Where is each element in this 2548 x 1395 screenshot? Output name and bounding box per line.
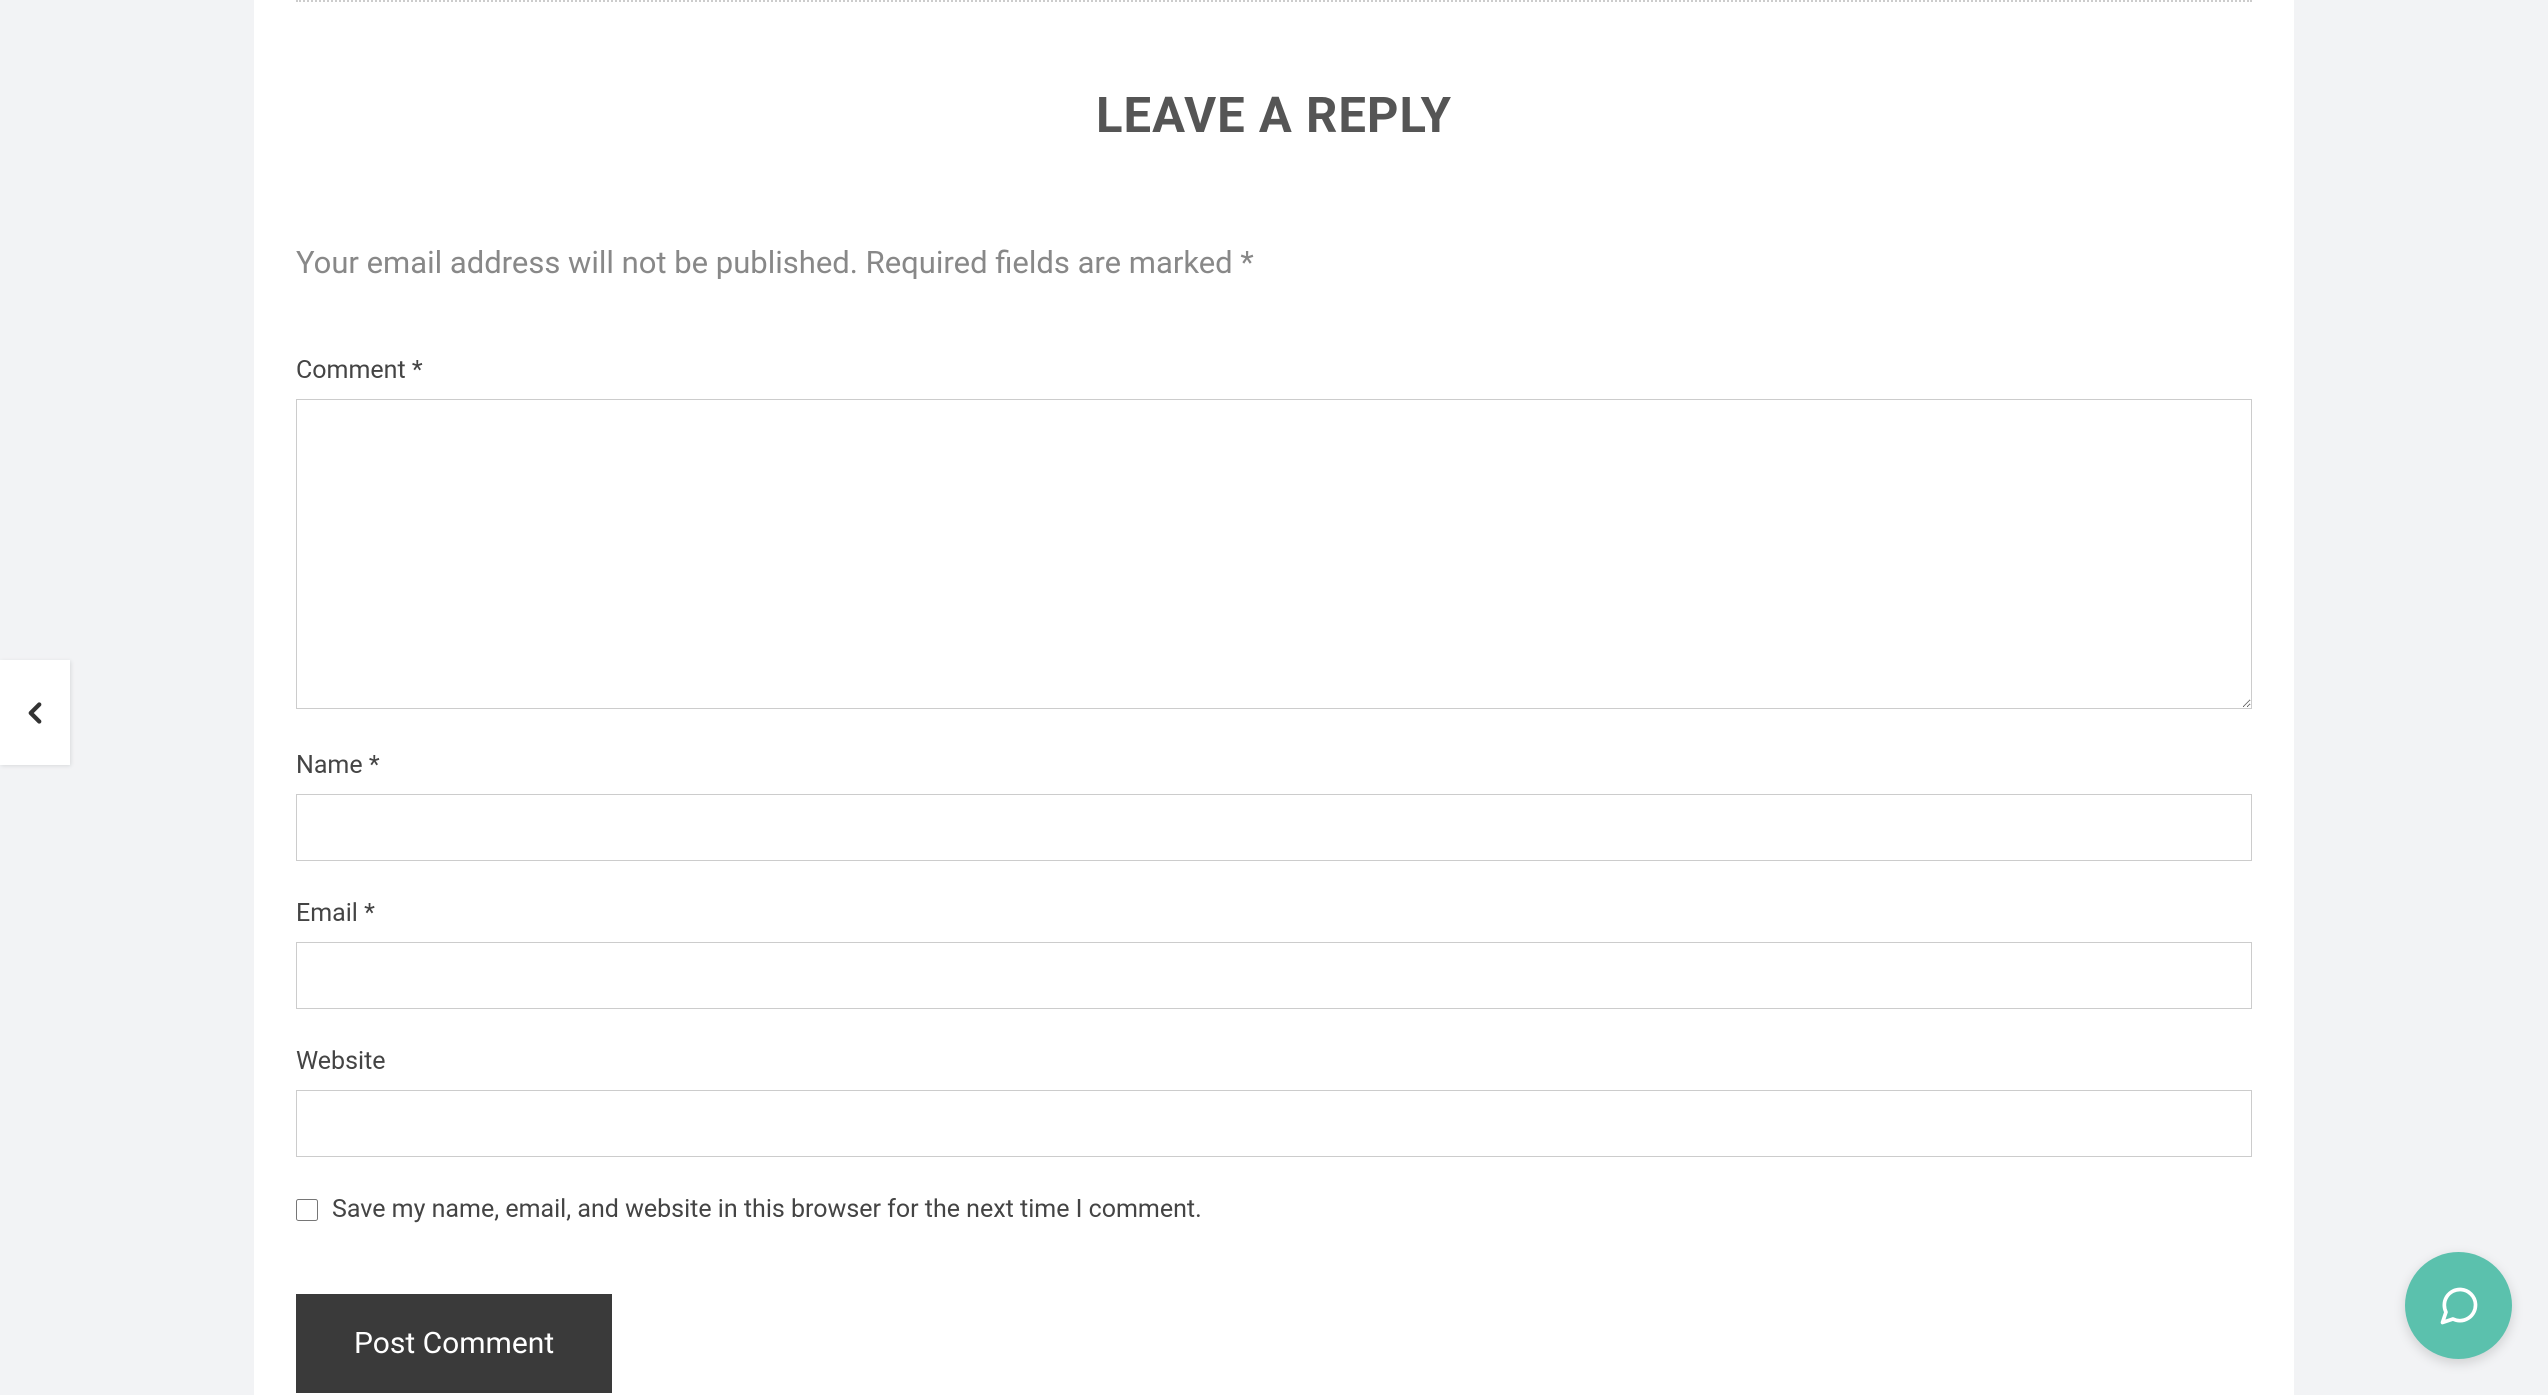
name-label: Name * — [296, 751, 2252, 780]
post-comment-button[interactable]: Post Comment — [296, 1294, 612, 1393]
name-group: Name * — [296, 751, 2252, 861]
save-checkbox-label[interactable]: Save my name, email, and website in this… — [332, 1195, 1202, 1224]
email-group: Email * — [296, 899, 2252, 1009]
main-container: LEAVE A REPLY Your email address will no… — [254, 0, 2294, 1395]
website-input[interactable] — [296, 1090, 2252, 1157]
prev-nav-button[interactable] — [0, 660, 70, 765]
comment-label-text: Comment — [296, 356, 412, 385]
comment-group: Comment * — [296, 356, 2252, 713]
chevron-left-icon — [18, 696, 52, 730]
form-title: LEAVE A REPLY — [296, 87, 2252, 144]
email-label: Email * — [296, 899, 2252, 928]
email-input[interactable] — [296, 942, 2252, 1009]
required-mark: * — [412, 356, 423, 385]
name-label-text: Name — [296, 751, 369, 780]
website-label: Website — [296, 1047, 2252, 1076]
comment-label: Comment * — [296, 356, 2252, 385]
website-group: Website — [296, 1047, 2252, 1157]
chat-icon — [2437, 1284, 2481, 1328]
form-notice: Your email address will not be published… — [296, 244, 2252, 281]
comment-textarea[interactable] — [296, 399, 2252, 709]
required-mark: * — [364, 899, 375, 928]
save-checkbox-group: Save my name, email, and website in this… — [296, 1195, 2252, 1224]
reply-form-section: LEAVE A REPLY Your email address will no… — [296, 2, 2252, 1393]
chat-button[interactable] — [2405, 1252, 2512, 1359]
required-mark: * — [369, 751, 380, 780]
save-checkbox[interactable] — [296, 1199, 318, 1221]
email-label-text: Email — [296, 899, 364, 928]
name-input[interactable] — [296, 794, 2252, 861]
